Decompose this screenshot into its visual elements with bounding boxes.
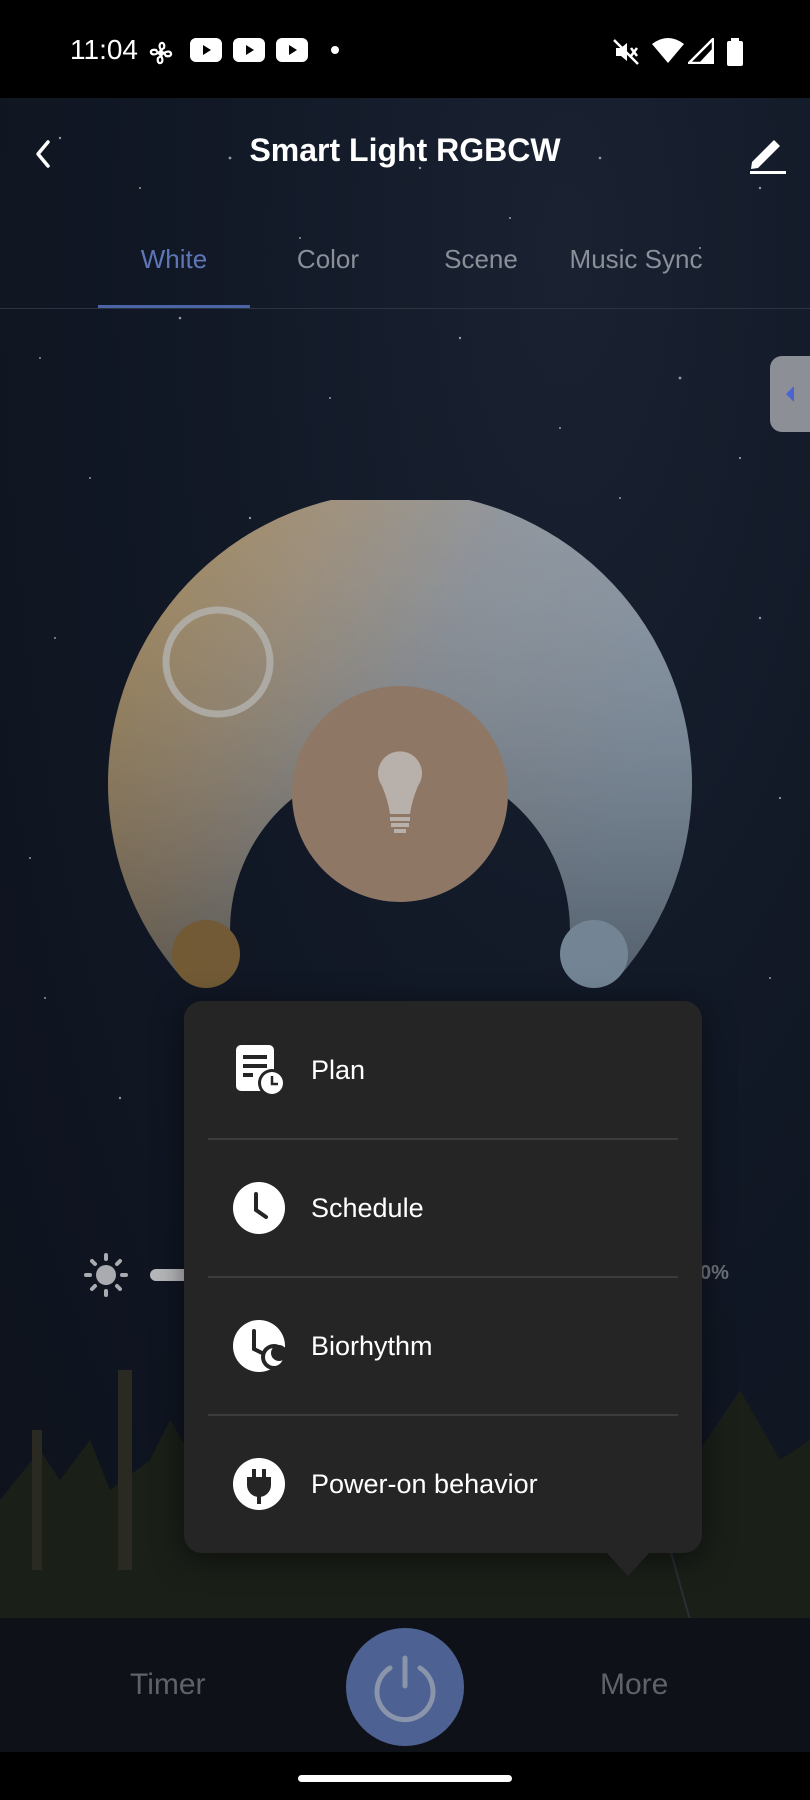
tab-white[interactable]: White <box>94 244 254 275</box>
home-gesture-pill[interactable] <box>298 1775 512 1782</box>
power-button[interactable] <box>346 1628 464 1746</box>
power-icon <box>374 1655 436 1723</box>
page-title: Smart Light RGBCW <box>249 132 561 168</box>
menu-item-biorhythm[interactable]: Biorhythm <box>184 1277 702 1415</box>
more-button[interactable]: More <box>600 1668 668 1702</box>
side-drawer-handle[interactable] <box>770 356 810 432</box>
menu-item-label: Power-on behavior <box>311 1469 538 1499</box>
plug-icon <box>233 1458 285 1510</box>
mute-icon <box>613 39 639 65</box>
arrow-left-icon <box>786 386 794 402</box>
signal-icon <box>688 38 714 64</box>
tab-scene[interactable]: Scene <box>401 244 561 275</box>
menu-item-label: Plan <box>311 1055 366 1085</box>
tab-bar: White Color Scene Music Sync <box>0 230 810 309</box>
dot-icon <box>331 46 339 54</box>
status-time: 11:04 <box>70 34 138 65</box>
menu-item-plan[interactable]: Plan <box>184 1001 702 1139</box>
sun-icon <box>84 1253 128 1297</box>
clock-icon <box>233 1182 285 1234</box>
biorhythm-icon <box>233 1320 286 1372</box>
tab-indicator <box>98 305 250 308</box>
menu-pointer <box>606 1552 650 1576</box>
wifi-icon <box>652 38 684 63</box>
edit-button[interactable] <box>740 128 800 184</box>
fan-icon <box>149 41 173 65</box>
tab-music-sync[interactable]: Music Sync <box>556 244 716 275</box>
battery-icon <box>727 38 743 66</box>
color-temperature-wheel[interactable] <box>100 500 700 1060</box>
menu-item-power-on-behavior[interactable]: Power-on behavior <box>184 1415 702 1553</box>
menu-item-label: Biorhythm <box>311 1331 433 1361</box>
timer-button[interactable]: Timer <box>130 1668 206 1702</box>
more-popup-menu: Plan Schedule Biorhythm Power-on behavio… <box>184 1001 702 1553</box>
menu-item-schedule[interactable]: Schedule <box>184 1139 702 1277</box>
tab-color[interactable]: Color <box>248 244 408 275</box>
youtube-icon <box>233 38 265 62</box>
plan-icon <box>236 1045 286 1097</box>
youtube-icon <box>276 38 308 62</box>
youtube-icon <box>190 38 222 62</box>
pencil-icon <box>750 140 786 174</box>
brightness-value: 0% <box>700 1262 729 1284</box>
status-bar: 11:04 <box>0 0 810 98</box>
menu-item-label: Schedule <box>311 1193 424 1223</box>
